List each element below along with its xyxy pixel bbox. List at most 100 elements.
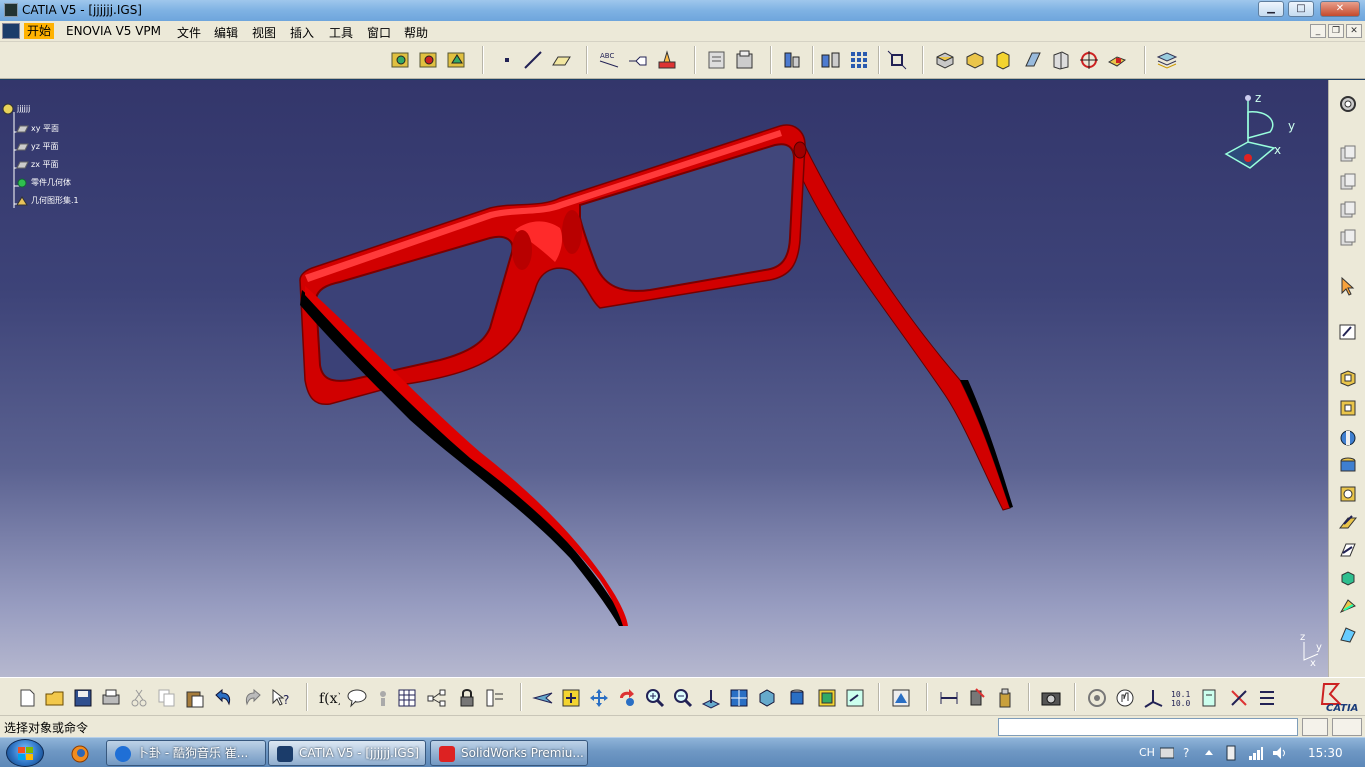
- mdi-minimize-button[interactable]: _: [1310, 24, 1326, 38]
- annotation-icon[interactable]: [626, 49, 648, 71]
- axis-icon[interactable]: [1142, 687, 1164, 709]
- print-icon[interactable]: [100, 687, 122, 709]
- compass-widget[interactable]: z y x: [1218, 92, 1308, 178]
- rotate-view-icon[interactable]: [1086, 687, 1108, 709]
- material-icon[interactable]: [994, 687, 1016, 709]
- formula-icon[interactable]: f(x): [318, 687, 340, 709]
- fly-icon[interactable]: [532, 687, 554, 709]
- hand-icon[interactable]: [1114, 687, 1136, 709]
- menu-view[interactable]: 视图: [252, 24, 276, 41]
- layers-icon[interactable]: [1156, 49, 1178, 71]
- open-doc-icon[interactable]: [446, 49, 468, 71]
- 3d-viewport[interactable]: jjjjjj xy 平面 yz 平面 zx 平面 零件几何体 几何图形集.1 z…: [0, 80, 1328, 677]
- tray-expand-icon[interactable]: [1204, 748, 1214, 758]
- point-icon[interactable]: [496, 49, 518, 71]
- hole-icon[interactable]: [1338, 484, 1358, 504]
- tray-language[interactable]: CH: [1139, 738, 1155, 767]
- copy-doc-icon[interactable]: [1338, 144, 1358, 164]
- menu-insert[interactable]: 插入: [290, 24, 314, 41]
- snap-icon[interactable]: [886, 49, 908, 71]
- menu-file[interactable]: 文件: [177, 24, 201, 41]
- rotate-icon[interactable]: [616, 687, 638, 709]
- menu-edit[interactable]: 编辑: [214, 24, 238, 41]
- plane-icon[interactable]: [550, 49, 572, 71]
- menu-help[interactable]: 帮助: [404, 24, 428, 41]
- tree-item-geo-set[interactable]: 几何图形集.1: [16, 194, 79, 208]
- dimension-icon[interactable]: 10.110.0: [1170, 687, 1192, 709]
- hide-show-icon[interactable]: [816, 687, 838, 709]
- copy-doc-icon[interactable]: [1338, 228, 1358, 248]
- select-icon[interactable]: [1338, 276, 1358, 296]
- iso-view-icon[interactable]: [756, 687, 778, 709]
- whats-this-icon[interactable]: ?: [270, 687, 292, 709]
- list-icon[interactable]: [1256, 687, 1278, 709]
- parameters-icon[interactable]: [484, 687, 506, 709]
- compass-icon[interactable]: [1198, 687, 1220, 709]
- groove-icon[interactable]: [1022, 49, 1044, 71]
- grid-icon[interactable]: [820, 49, 842, 71]
- lock-icon[interactable]: [456, 687, 478, 709]
- slot-icon[interactable]: [1338, 540, 1358, 560]
- hole-icon[interactable]: [1050, 49, 1072, 71]
- glasses-model[interactable]: [0, 80, 1328, 677]
- save-doc-icon[interactable]: [418, 49, 440, 71]
- pocket-icon[interactable]: [964, 49, 986, 71]
- zoom-out-icon[interactable]: [672, 687, 694, 709]
- volume-icon[interactable]: [1272, 745, 1288, 761]
- tree-item-yz-plane[interactable]: yz 平面: [16, 140, 58, 154]
- mdi-close-button[interactable]: ✕: [1346, 24, 1362, 38]
- minimize-button[interactable]: ▁: [1258, 1, 1284, 17]
- catalog-icon[interactable]: [782, 49, 804, 71]
- fit-all-icon[interactable]: [560, 687, 582, 709]
- taskbar-task-catia[interactable]: CATIA V5 - [jjjjjj.IGS]: [268, 740, 426, 766]
- cut-icon[interactable]: [128, 687, 150, 709]
- tree-item-part-body[interactable]: 零件几何体: [16, 176, 71, 190]
- taskbar-pinned-firefox[interactable]: [56, 740, 104, 766]
- multi-view-icon[interactable]: [728, 687, 750, 709]
- keyboard-icon[interactable]: [1160, 747, 1174, 759]
- open-icon[interactable]: [44, 687, 66, 709]
- command-list-button[interactable]: [1302, 718, 1328, 736]
- save-icon[interactable]: [72, 687, 94, 709]
- sheet-icon[interactable]: [734, 49, 756, 71]
- copy-icon[interactable]: [156, 687, 178, 709]
- paste-icon[interactable]: [184, 687, 206, 709]
- knowledge-icon[interactable]: [372, 687, 394, 709]
- help-icon[interactable]: ?: [1182, 745, 1194, 761]
- target-icon[interactable]: [1078, 49, 1100, 71]
- constraint-icon[interactable]: [1228, 687, 1250, 709]
- pocket-icon[interactable]: [1338, 398, 1358, 418]
- menu-tools[interactable]: 工具: [329, 24, 353, 41]
- normal-view-icon[interactable]: [700, 687, 722, 709]
- pad-icon[interactable]: [1338, 368, 1358, 388]
- solid-icon[interactable]: [1338, 568, 1358, 588]
- undo-icon[interactable]: [212, 687, 234, 709]
- mdi-restore-button[interactable]: ❐: [1328, 24, 1344, 38]
- menu-enovia[interactable]: ENOVIA V5 VPM: [66, 24, 161, 38]
- close-button[interactable]: ✕: [1320, 1, 1360, 17]
- tree-item-zx-plane[interactable]: zx 平面: [16, 158, 58, 172]
- line-icon[interactable]: [522, 49, 544, 71]
- measure-icon[interactable]: [938, 687, 960, 709]
- tree-item-xy-plane[interactable]: xy 平面: [16, 122, 59, 136]
- camera-icon[interactable]: [1040, 687, 1062, 709]
- zoom-in-icon[interactable]: [644, 687, 666, 709]
- chamfer-icon[interactable]: [1338, 596, 1358, 616]
- stamp-icon[interactable]: [656, 49, 678, 71]
- catia-menu-icon[interactable]: [2, 23, 20, 39]
- swap-icon[interactable]: [844, 687, 866, 709]
- network-icon[interactable]: [1248, 745, 1264, 761]
- settings-icon[interactable]: [1338, 94, 1358, 114]
- groove-icon[interactable]: [1338, 456, 1358, 476]
- sketcher-icon[interactable]: [390, 49, 412, 71]
- taskbar-task-kugou[interactable]: 卜卦 - 酷狗音乐 崔...: [106, 740, 266, 766]
- rib-icon[interactable]: [1338, 512, 1358, 532]
- tray-clock[interactable]: 15:30: [1308, 738, 1343, 767]
- pan-icon[interactable]: [588, 687, 610, 709]
- measure-icon[interactable]: [1106, 49, 1128, 71]
- redo-icon[interactable]: [242, 687, 264, 709]
- inertia-icon[interactable]: [966, 687, 988, 709]
- taskbar-task-solidworks[interactable]: SolidWorks Premiu...: [430, 740, 588, 766]
- pattern-icon[interactable]: [848, 49, 870, 71]
- table-icon[interactable]: [396, 687, 418, 709]
